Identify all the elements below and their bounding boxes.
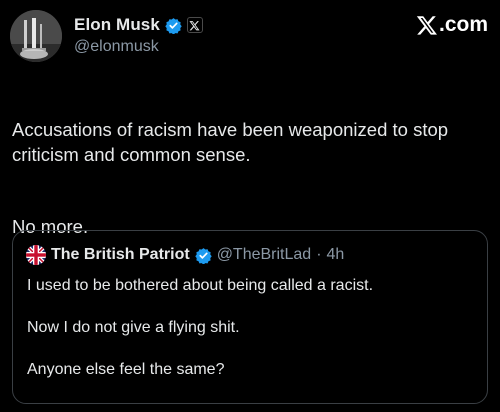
- author-avatar[interactable]: [10, 10, 62, 62]
- rocket-launch-icon: [10, 10, 62, 62]
- quoted-author-name[interactable]: The British Patriot: [51, 246, 190, 264]
- quoted-tweet-header: The British Patriot @TheBritLad · 4h: [26, 244, 344, 266]
- x-affiliation-icon: [186, 17, 203, 33]
- site-brand: .com: [416, 13, 488, 37]
- quoted-tweet-line: I used to be bothered about being called…: [27, 277, 374, 294]
- quoted-tweet-card[interactable]: The British Patriot @TheBritLad · 4h I u…: [12, 230, 488, 404]
- verified-badge-icon: [165, 17, 182, 34]
- quoted-tweet-line: Now I do not give a flying shit.: [27, 319, 240, 336]
- quoted-author-avatar[interactable]: [26, 245, 46, 265]
- tweet-paragraph: Accusations of racism have been weaponiz…: [12, 119, 449, 165]
- union-jack-icon: [26, 245, 46, 265]
- site-brand-text: .com: [438, 13, 488, 36]
- verified-badge-icon: [194, 247, 212, 264]
- x-logo-icon: [416, 14, 438, 36]
- tweet-header: Elon Musk @elonmusk .com: [10, 8, 490, 64]
- author-name-row: Elon Musk: [74, 14, 203, 36]
- quoted-tweet-body: I used to be bothered about being called…: [27, 275, 477, 380]
- author-handle[interactable]: @elonmusk: [74, 38, 159, 56]
- meta-separator: ·: [316, 246, 322, 263]
- quoted-tweet-line: Anyone else feel the same?: [27, 361, 225, 378]
- quoted-author-handle[interactable]: @TheBritLad: [217, 246, 312, 264]
- author-display-name[interactable]: Elon Musk: [74, 15, 160, 35]
- quoted-tweet-timestamp[interactable]: 4h: [327, 246, 345, 264]
